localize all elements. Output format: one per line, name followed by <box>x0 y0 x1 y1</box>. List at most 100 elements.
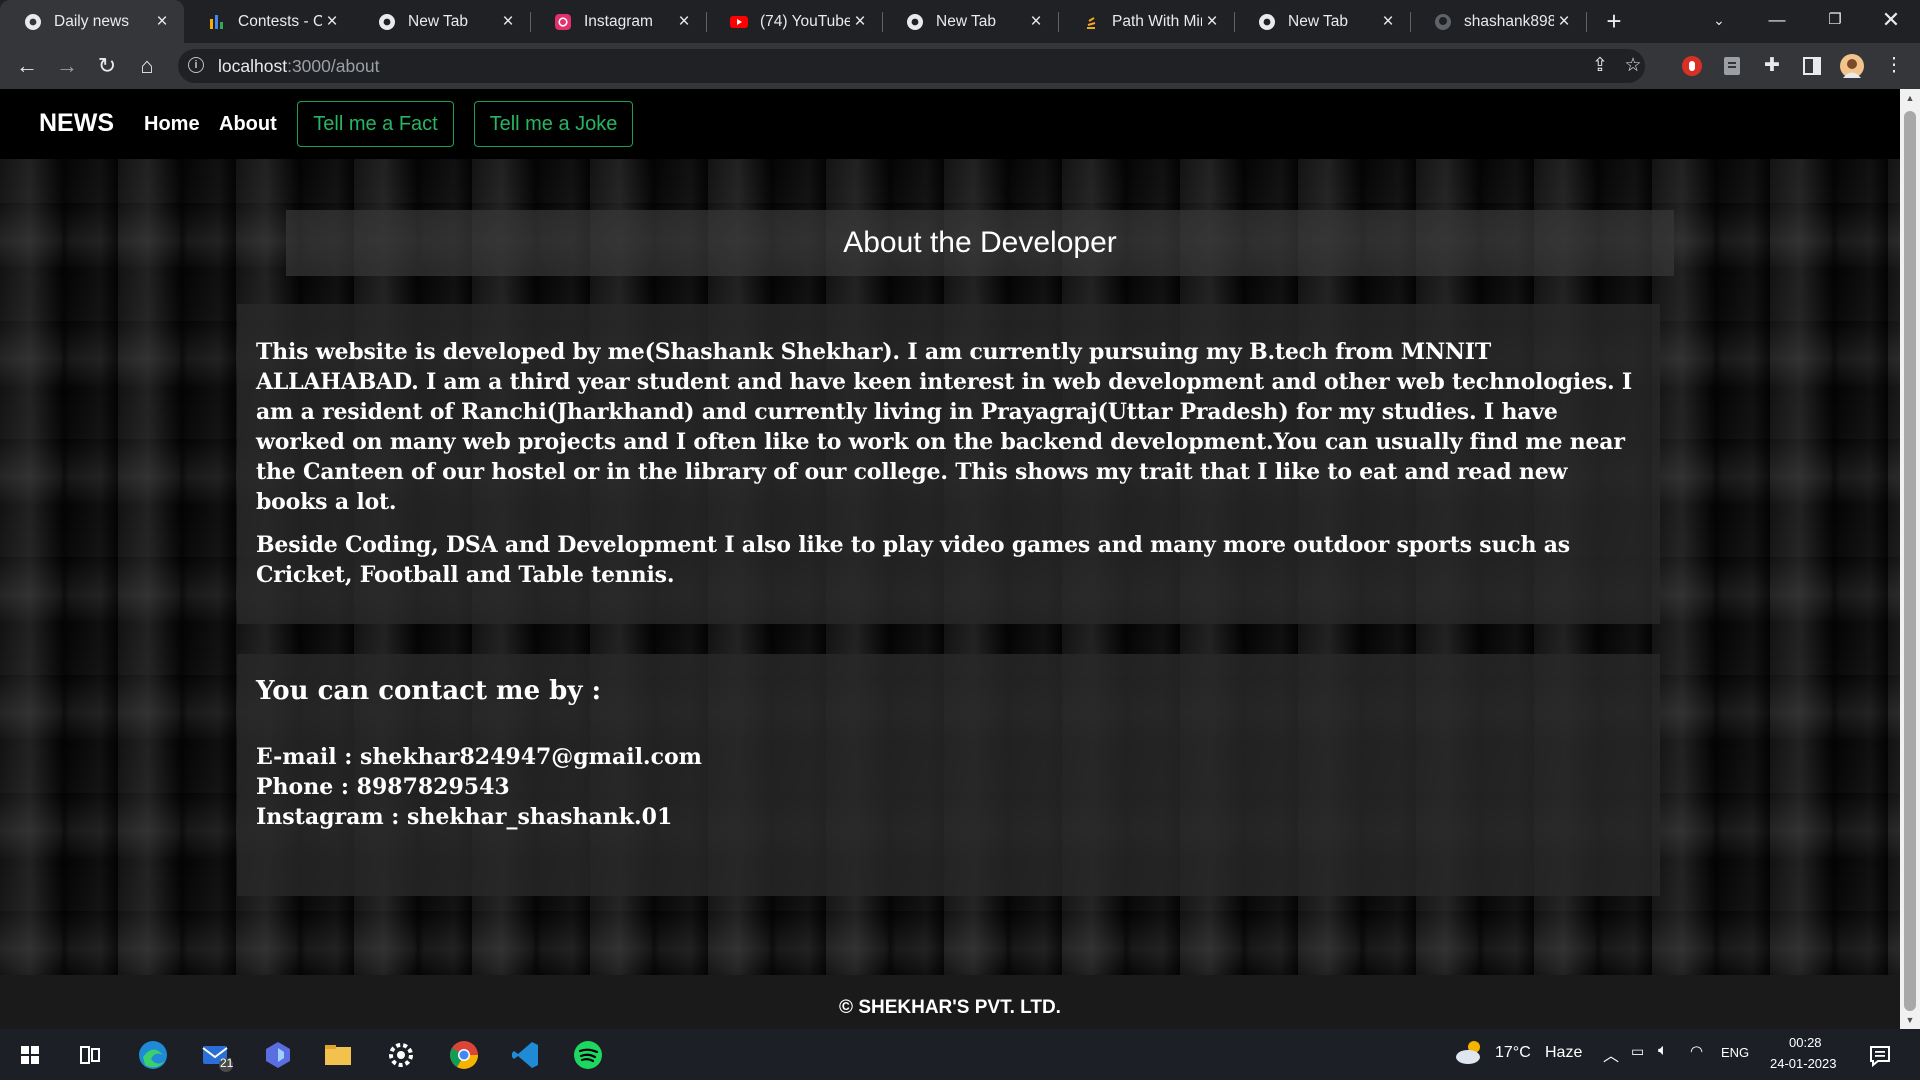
wifi-icon[interactable]: ◠ <box>1690 1042 1703 1060</box>
contact-email: E-mail : shekhar824947@gmail.com <box>256 744 702 770</box>
tab-separator <box>1410 12 1411 32</box>
chrome-icon <box>907 13 923 30</box>
tab-youtube[interactable]: (74) YouTube × <box>706 0 882 43</box>
instagram-icon <box>555 13 571 30</box>
extension-shield-icon[interactable] <box>1680 54 1704 78</box>
tab-new-tab-2[interactable]: New Tab × <box>882 0 1058 43</box>
tab-github[interactable]: shashank898 × <box>1410 0 1586 43</box>
clock-time[interactable]: 00:28 <box>1789 1035 1822 1050</box>
nav-link-about[interactable]: About <box>219 113 277 136</box>
weather-condition: Haze <box>1545 1044 1583 1061</box>
weather-temp: 17°C <box>1495 1044 1531 1061</box>
profile-avatar[interactable] <box>1840 54 1864 78</box>
puzzle-extensions-icon[interactable]: ✚ <box>1760 54 1784 78</box>
tab-search-icon[interactable]: ⌄ <box>1690 0 1748 43</box>
scrollbar-thumb[interactable] <box>1904 111 1916 1011</box>
clock-date[interactable]: 24-01-2023 <box>1770 1056 1837 1071</box>
nav-link-home[interactable]: Home <box>144 113 200 136</box>
tab-contests[interactable]: Contests - Co × <box>184 0 354 43</box>
copilot-icon[interactable] <box>260 1037 296 1073</box>
file-explorer-icon[interactable] <box>320 1037 356 1073</box>
new-tab-button[interactable]: + <box>1598 6 1630 38</box>
browser-tab-strip: Daily news × Contests - Co × New Tab × I… <box>0 0 1920 43</box>
tab-title: Contests - Co <box>238 12 322 30</box>
url-path: :3000/about <box>287 56 380 76</box>
tab-new-tab-1[interactable]: New Tab × <box>354 0 530 43</box>
volume-icon[interactable]: 🔈︎ <box>1658 1042 1668 1060</box>
windows-start-icon[interactable] <box>12 1037 48 1073</box>
weather-haze-icon[interactable] <box>1452 1035 1488 1071</box>
restore-button[interactable]: ❐ <box>1806 0 1864 43</box>
chrome-icon[interactable] <box>446 1037 482 1073</box>
hobbies-paragraph: Beside Coding, DSA and Development I als… <box>256 532 1570 588</box>
url-host: localhost <box>218 56 288 76</box>
tell-joke-button[interactable]: Tell me a Joke <box>474 101 633 147</box>
spotify-icon[interactable] <box>570 1037 606 1073</box>
tab-daily-news[interactable]: Daily news × <box>0 0 184 43</box>
site-footer: © SHEKHAR'S PVT. LTD. <box>0 975 1900 1029</box>
tab-title: (74) YouTube <box>760 12 850 30</box>
close-tab-icon[interactable]: × <box>152 11 172 33</box>
close-tab-icon[interactable]: × <box>850 11 870 33</box>
tell-fact-button[interactable]: Tell me a Fact <box>297 101 454 147</box>
site-brand[interactable]: NEWS <box>39 109 114 138</box>
site-navbar: NEWS Home About Tell me a Fact Tell me a… <box>0 89 1900 159</box>
close-window-button[interactable]: ✕ <box>1862 0 1920 43</box>
vscode-icon[interactable] <box>508 1037 544 1073</box>
bookmark-star-icon[interactable]: ☆ <box>1621 54 1645 78</box>
contact-instagram: Instagram : shekhar_shashank.01 <box>256 804 673 830</box>
close-tab-icon[interactable]: × <box>674 11 694 33</box>
task-view-icon[interactable] <box>72 1037 108 1073</box>
about-card: This website is developed by me(Shashank… <box>237 304 1660 624</box>
tab-title: Daily news <box>54 12 129 30</box>
site-info-icon[interactable]: i <box>188 57 204 73</box>
forward-arrow-icon[interactable]: → <box>53 52 81 80</box>
contact-phone: Phone : 8987829543 <box>256 774 510 800</box>
notification-center-icon[interactable] <box>1862 1037 1898 1073</box>
about-paragraph: This website is developed by me(Shashank… <box>256 339 1633 515</box>
close-tab-icon[interactable]: × <box>1202 11 1222 33</box>
close-tab-icon[interactable]: × <box>322 11 342 33</box>
reload-icon[interactable]: ↻ <box>93 52 121 80</box>
share-icon[interactable]: ⇪ <box>1588 54 1612 78</box>
address-bar[interactable]: i localhost:3000/about ⇪ ☆ <box>178 49 1645 83</box>
chrome-icon <box>1259 13 1275 30</box>
close-tab-icon[interactable]: × <box>1378 11 1398 33</box>
edge-icon[interactable] <box>135 1037 171 1073</box>
close-tab-icon[interactable]: × <box>1026 11 1046 33</box>
bar-chart-icon <box>210 14 223 29</box>
page-scrollbar[interactable]: ▲ ▼ <box>1900 89 1920 1029</box>
close-tab-icon[interactable]: × <box>498 11 518 33</box>
tab-path-with-min[interactable]: Path With Min × <box>1058 0 1234 43</box>
tab-instagram[interactable]: Instagram × <box>530 0 706 43</box>
close-tab-icon[interactable]: × <box>1554 11 1574 33</box>
youtube-icon <box>730 15 748 28</box>
tab-separator <box>882 12 883 32</box>
page-heading-box: About the Developer <box>286 210 1674 276</box>
address-url: localhost:3000/about <box>218 56 380 77</box>
battery-icon[interactable]: ▭ <box>1631 1043 1644 1060</box>
stack-icon <box>1087 16 1096 29</box>
language-indicator[interactable]: ENG <box>1721 1045 1749 1060</box>
back-arrow-icon[interactable]: ← <box>13 52 41 80</box>
windows-taskbar: 21 17°C Haze ︿ ▭ 🔈︎ ◠ ENG 00:28 24-01-20… <box>0 1029 1920 1080</box>
tab-separator <box>530 12 531 32</box>
mail-unread-badge: 21 <box>220 1056 234 1070</box>
home-icon[interactable]: ⌂ <box>133 52 161 80</box>
github-icon <box>1435 13 1451 30</box>
tab-title: New Tab <box>408 12 469 30</box>
extension-page-icon[interactable] <box>1720 54 1744 78</box>
scroll-down-arrow-icon[interactable]: ▼ <box>1900 1011 1920 1029</box>
minimize-button[interactable]: — <box>1748 0 1806 43</box>
scroll-up-arrow-icon[interactable]: ▲ <box>1900 89 1920 107</box>
settings-icon[interactable] <box>383 1037 419 1073</box>
side-panel-icon[interactable] <box>1800 54 1824 78</box>
chrome-icon <box>25 13 41 30</box>
contact-card: You can contact me by : E-mail : shekhar… <box>237 654 1660 896</box>
tab-title: New Tab <box>1288 12 1349 30</box>
tab-title: shashank898 <box>1464 12 1554 30</box>
chrome-menu-icon[interactable]: ⋮ <box>1882 54 1906 78</box>
tab-title: Instagram <box>584 12 653 30</box>
show-hidden-icons-icon[interactable]: ︿ <box>1603 1042 1619 1066</box>
tab-new-tab-3[interactable]: New Tab × <box>1234 0 1410 43</box>
